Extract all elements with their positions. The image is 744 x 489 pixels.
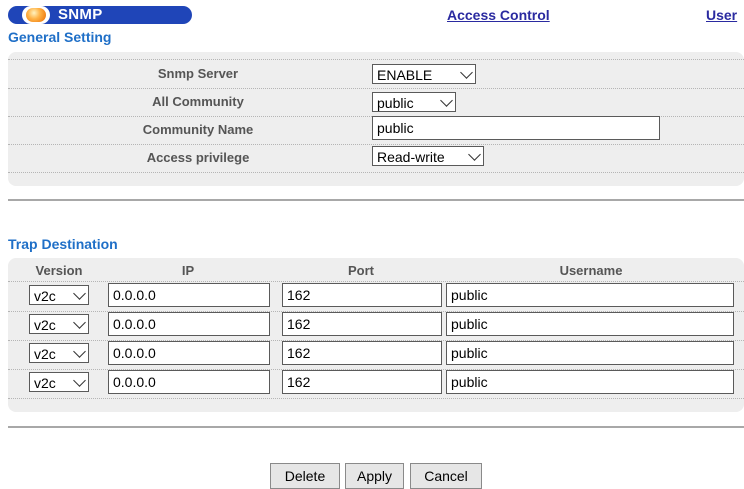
community-name-label: Community Name (142, 122, 254, 137)
ip-input[interactable]: 0.0.0.0 (108, 370, 270, 394)
version-value: v2c (34, 346, 56, 362)
snmp-server-select[interactable]: ENABLE (372, 64, 476, 84)
port-value: 162 (287, 316, 311, 332)
community-name-value: public (377, 120, 414, 136)
ip-value: 0.0.0.0 (113, 374, 156, 390)
general-setting-title: General Setting (8, 29, 112, 45)
all-community-row: All Community public (8, 88, 744, 117)
chevron-down-icon (468, 148, 481, 161)
orb-icon (26, 8, 46, 22)
port-value: 162 (287, 287, 311, 303)
version-select[interactable]: v2c (29, 343, 89, 363)
section-divider (8, 426, 744, 428)
port-header: Port (348, 263, 374, 278)
delete-button[interactable]: Delete (270, 463, 340, 489)
page-title: SNMP (58, 6, 103, 23)
username-input[interactable]: public (446, 341, 734, 365)
chevron-down-icon (73, 316, 86, 329)
username-value: public (451, 316, 488, 332)
table-row: v2c 0.0.0.0 162 public (8, 311, 744, 341)
snmp-server-value: ENABLE (377, 67, 433, 83)
version-select[interactable]: v2c (29, 314, 89, 334)
username-input[interactable]: public (446, 370, 734, 394)
ip-input[interactable]: 0.0.0.0 (108, 341, 270, 365)
snmp-server-label: Snmp Server (157, 66, 239, 81)
section-divider (8, 199, 744, 201)
port-value: 162 (287, 345, 311, 361)
ip-input[interactable]: 0.0.0.0 (108, 312, 270, 336)
all-community-select[interactable]: public (372, 92, 456, 112)
version-header: Version (35, 263, 83, 278)
ip-value: 0.0.0.0 (113, 287, 156, 303)
username-header: Username (559, 263, 623, 278)
username-value: public (451, 287, 488, 303)
version-select[interactable]: v2c (29, 285, 89, 305)
table-row: v2c 0.0.0.0 162 public (8, 369, 744, 399)
port-value: 162 (287, 374, 311, 390)
version-select[interactable]: v2c (29, 372, 89, 392)
access-control-link[interactable]: Access Control (447, 7, 550, 23)
version-value: v2c (34, 317, 56, 333)
username-input[interactable]: public (446, 283, 734, 307)
port-input[interactable]: 162 (282, 283, 442, 307)
table-row: v2c 0.0.0.0 162 public (8, 282, 744, 312)
chevron-down-icon (73, 374, 86, 387)
user-link[interactable]: User (706, 7, 737, 23)
community-name-row: Community Name public (8, 116, 744, 145)
access-privilege-select[interactable]: Read-write (372, 146, 484, 166)
chevron-down-icon (460, 66, 473, 79)
port-input[interactable]: 162 (282, 370, 442, 394)
trap-destination-title: Trap Destination (8, 236, 118, 252)
username-input[interactable]: public (446, 312, 734, 336)
ip-header: IP (181, 263, 195, 278)
snmp-server-row: Snmp Server ENABLE (8, 60, 744, 89)
access-privilege-row: Access privilege Read-write (8, 144, 744, 173)
ip-value: 0.0.0.0 (113, 316, 156, 332)
community-name-input[interactable]: public (372, 116, 660, 140)
table-row: v2c 0.0.0.0 162 public (8, 340, 744, 370)
all-community-label: All Community (152, 94, 244, 109)
apply-button[interactable]: Apply (345, 463, 404, 489)
username-value: public (451, 345, 488, 361)
version-value: v2c (34, 375, 56, 391)
cancel-button[interactable]: Cancel (410, 463, 482, 489)
access-privilege-value: Read-write (377, 149, 445, 165)
chevron-down-icon (73, 345, 86, 358)
access-privilege-label: Access privilege (146, 150, 250, 165)
chevron-down-icon (440, 94, 453, 107)
username-value: public (451, 374, 488, 390)
port-input[interactable]: 162 (282, 312, 442, 336)
ip-input[interactable]: 0.0.0.0 (108, 283, 270, 307)
chevron-down-icon (73, 287, 86, 300)
port-input[interactable]: 162 (282, 341, 442, 365)
version-value: v2c (34, 288, 56, 304)
all-community-value: public (377, 95, 414, 111)
ip-value: 0.0.0.0 (113, 345, 156, 361)
